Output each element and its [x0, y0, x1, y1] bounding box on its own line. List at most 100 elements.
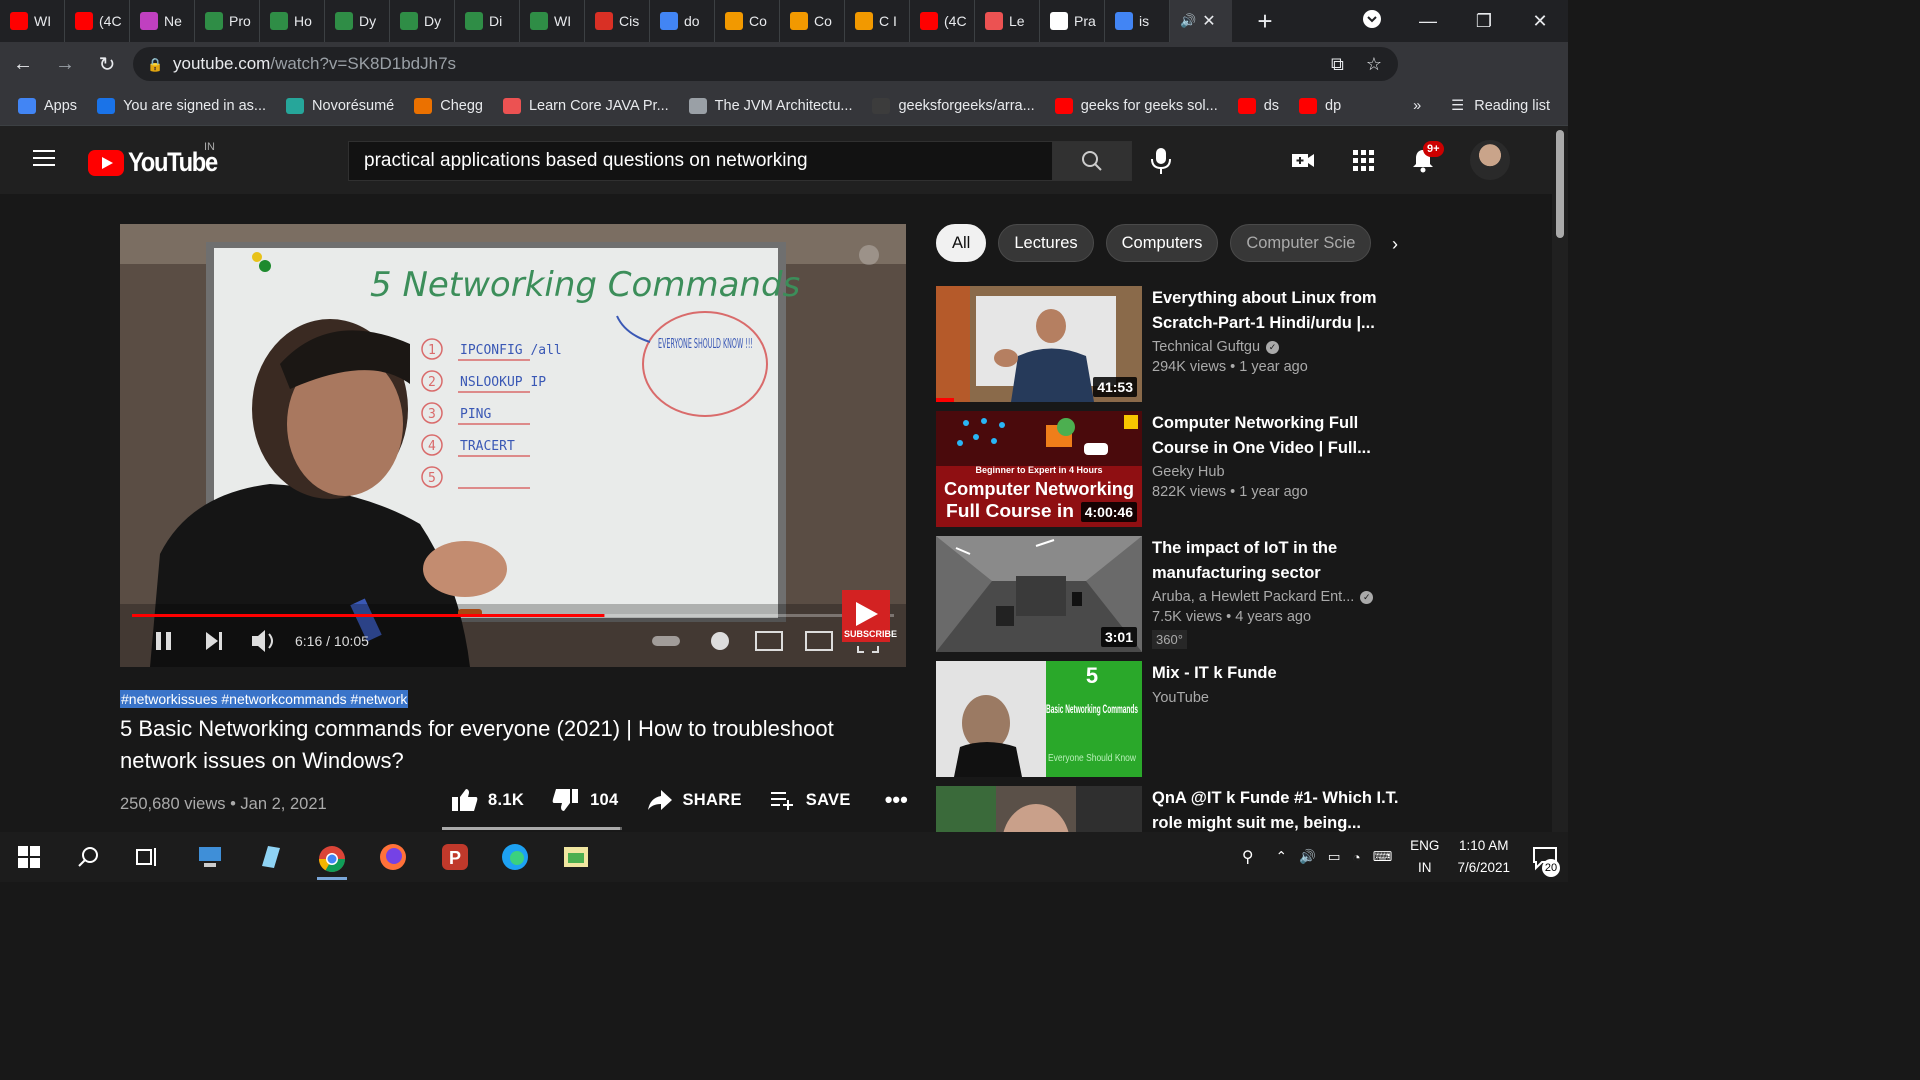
- chips-next-arrow-icon[interactable]: ›: [1392, 234, 1398, 255]
- new-tab-button[interactable]: +: [1250, 6, 1280, 37]
- channel-name[interactable]: Technical Guftgu: [1152, 339, 1260, 355]
- video-hashtags[interactable]: #networkissues #networkcommands #network: [120, 690, 409, 708]
- subscribe-watermark[interactable]: SUBSCRIBE: [842, 590, 897, 642]
- firefox-icon[interactable]: [378, 842, 408, 872]
- account-avatar[interactable]: [1470, 140, 1510, 180]
- share-button[interactable]: SHARE: [647, 788, 742, 812]
- more-actions-icon[interactable]: •••: [885, 787, 908, 813]
- filter-chip[interactable]: Lectures: [998, 224, 1094, 262]
- address-bar[interactable]: 🔒 youtube.com/watch?v=SK8D1bdJh7s ⧉ ☆: [133, 47, 1398, 81]
- browser-tab[interactable]: Cis: [585, 0, 650, 42]
- channel-name[interactable]: Geeky Hub: [1152, 464, 1225, 480]
- browser-tab[interactable]: Ne: [130, 0, 195, 42]
- volume-tray-icon[interactable]: 🔊: [1299, 849, 1316, 865]
- youtube-logo[interactable]: YouTube IN: [88, 141, 229, 178]
- task-view-icon[interactable]: [132, 842, 162, 872]
- bookmark-item[interactable]: Chegg: [414, 97, 483, 114]
- browser-tab[interactable]: do: [650, 0, 715, 42]
- show-hidden-icons-chevron-icon[interactable]: ⌃: [1276, 849, 1287, 865]
- browser-tab[interactable]: Pro: [195, 0, 260, 42]
- close-tab-icon[interactable]: ✕: [1202, 11, 1215, 31]
- related-video-title[interactable]: Everything about Linux from Scratch-Part…: [1152, 286, 1402, 335]
- search-button[interactable]: [1053, 141, 1132, 181]
- video-thumbnail[interactable]: Beginner to Expert in 4 Hours Computer N…: [936, 411, 1142, 527]
- tab-active[interactable]: 🔊 ✕: [1170, 0, 1232, 42]
- presentation-app-icon[interactable]: P: [440, 842, 470, 872]
- bookmark-item[interactable]: Apps: [18, 97, 77, 114]
- browser-tab[interactable]: WI: [520, 0, 585, 42]
- edge-icon[interactable]: [500, 842, 530, 872]
- browser-tab[interactable]: Co: [715, 0, 780, 42]
- filter-chip[interactable]: Computer Scie: [1230, 224, 1372, 262]
- browser-tab[interactable]: Ho: [260, 0, 325, 42]
- browser-tab[interactable]: Dy: [325, 0, 390, 42]
- filter-chip[interactable]: All: [936, 224, 987, 262]
- bookmark-item[interactable]: Learn Core JAVA Pr...: [502, 97, 669, 114]
- video-player[interactable]: 5 Networking Commands EVERYONE SHOULD KN…: [120, 224, 906, 667]
- guide-menu-icon[interactable]: [33, 150, 55, 168]
- browser-tab[interactable]: WI: [0, 0, 65, 42]
- speaker-icon[interactable]: 🔊: [1180, 13, 1196, 29]
- bookmark-item[interactable]: geeksforgeeks/arra...: [872, 97, 1035, 114]
- save-button[interactable]: SAVE: [770, 788, 851, 812]
- browser-tab[interactable]: Dy: [390, 0, 455, 42]
- browser-tab[interactable]: is: [1105, 0, 1170, 42]
- clock[interactable]: 1:10 AM 7/6/2021: [1457, 835, 1510, 879]
- windows-start-icon[interactable]: [14, 842, 44, 872]
- bookmark-star-icon[interactable]: ☆: [1366, 54, 1382, 75]
- bookmarks-overflow-button[interactable]: »: [1413, 98, 1421, 114]
- browser-tab[interactable]: Le: [975, 0, 1040, 42]
- video-thumbnail[interactable]: [936, 786, 1142, 832]
- related-video[interactable]: 41:53 Everything about Linux from Scratc…: [936, 286, 1406, 411]
- channel-name[interactable]: Aruba, a Hewlett Packard Ent...: [1152, 589, 1354, 605]
- voice-search-mic-icon[interactable]: [1148, 146, 1174, 176]
- battery-icon[interactable]: ▭: [1328, 849, 1341, 865]
- related-video[interactable]: QnA @IT k Funde #1- Which I.T. role migh…: [936, 786, 1406, 832]
- tab-search-icon[interactable]: [1344, 9, 1400, 33]
- bookmark-item[interactable]: ds: [1237, 97, 1279, 114]
- keyboard-icon[interactable]: ⌨: [1373, 849, 1393, 865]
- this-pc-icon[interactable]: [195, 842, 225, 872]
- browser-tab[interactable]: Co: [780, 0, 845, 42]
- browser-tab[interactable]: (4C: [910, 0, 975, 42]
- open-in-app-icon[interactable]: ⧉: [1331, 54, 1344, 75]
- related-video-title[interactable]: The impact of IoT in the manufacturing s…: [1152, 536, 1402, 585]
- related-video[interactable]: 5 Basic Networking Commands Everyone Sho…: [936, 661, 1406, 786]
- minimize-button[interactable]: —: [1400, 11, 1456, 32]
- create-video-icon[interactable]: [1290, 147, 1316, 173]
- video-thumbnail[interactable]: 41:53: [936, 286, 1142, 402]
- image-editor-icon[interactable]: [561, 842, 591, 872]
- filter-chip[interactable]: Computers: [1105, 224, 1219, 262]
- language-indicator[interactable]: ENG IN: [1410, 835, 1439, 879]
- restore-button[interactable]: ❐: [1456, 11, 1512, 32]
- browser-tab[interactable]: Di: [455, 0, 520, 42]
- bookmark-item[interactable]: dp: [1299, 97, 1341, 114]
- lock-icon[interactable]: 🔒: [147, 57, 163, 72]
- page-scrollbar[interactable]: [1552, 126, 1568, 832]
- reload-button[interactable]: ↻: [88, 52, 126, 77]
- search-input[interactable]: [348, 141, 1053, 181]
- close-window-button[interactable]: ✕: [1512, 11, 1568, 32]
- autoplay-toggle[interactable]: [652, 636, 680, 646]
- video-thumbnail[interactable]: 5 Basic Networking Commands Everyone Sho…: [936, 661, 1142, 777]
- info-icon[interactable]: [859, 245, 879, 265]
- browser-tab[interactable]: Pra: [1040, 0, 1105, 42]
- related-video-title[interactable]: Mix - IT k Funde: [1152, 661, 1402, 686]
- scrollbar-thumb[interactable]: [1556, 130, 1564, 238]
- browser-tab[interactable]: (4C: [65, 0, 130, 42]
- bookmark-item[interactable]: geeks for geeks sol...: [1054, 97, 1218, 114]
- action-center-icon[interactable]: 20: [1528, 832, 1568, 882]
- bookmark-item[interactable]: Novorésumé: [286, 97, 394, 114]
- forward-button[interactable]: →: [46, 53, 84, 76]
- notifications-bell-icon[interactable]: 9+: [1410, 141, 1444, 173]
- apps-grid-icon[interactable]: [1350, 147, 1376, 173]
- back-button[interactable]: ←: [4, 53, 42, 76]
- related-video-title[interactable]: Computer Networking Full Course in One V…: [1152, 411, 1402, 460]
- like-button[interactable]: 8.1K: [450, 787, 524, 813]
- wifi-icon[interactable]: ◔: [1353, 850, 1361, 865]
- browser-tab[interactable]: C I: [845, 0, 910, 42]
- settings-gear-icon[interactable]: [711, 632, 729, 650]
- search-icon[interactable]: [74, 842, 104, 872]
- chrome-taskbar-icon[interactable]: [317, 840, 347, 880]
- bookmark-item[interactable]: The JVM Architectu...: [688, 97, 852, 114]
